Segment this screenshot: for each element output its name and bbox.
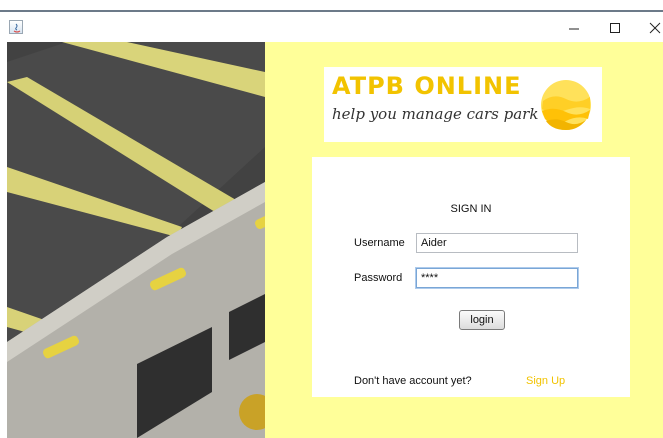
logo: ATPB ONLINE help you manage cars park — [324, 67, 602, 142]
password-label: Password — [354, 272, 403, 284]
logo-tagline: help you manage cars park — [332, 105, 539, 123]
minimize-button[interactable] — [562, 16, 586, 40]
maximize-button[interactable] — [603, 16, 627, 40]
maximize-icon — [609, 22, 621, 34]
sun-waves-icon — [540, 79, 592, 136]
password-field[interactable] — [416, 268, 578, 288]
close-icon — [649, 22, 661, 34]
logo-title: ATPB ONLINE — [332, 72, 522, 100]
username-label: Username — [354, 237, 405, 249]
login-button[interactable]: login — [459, 310, 505, 330]
signup-prompt: Don't have account yet? — [354, 375, 472, 387]
sign-in-title: SIGN IN — [450, 203, 492, 215]
close-button[interactable] — [643, 16, 663, 40]
top-strip — [0, 0, 663, 14]
signup-link[interactable]: Sign Up — [526, 375, 565, 387]
username-field[interactable] — [416, 233, 578, 253]
login-form-panel: SIGN IN Username Password login Don't ha… — [312, 157, 630, 397]
parking-lot-photo — [7, 42, 265, 438]
minimize-icon — [568, 22, 580, 34]
main-content: ATPB ONLINE help you manage cars park SI… — [265, 42, 663, 438]
java-app-icon — [9, 20, 23, 34]
title-bar — [0, 14, 663, 42]
